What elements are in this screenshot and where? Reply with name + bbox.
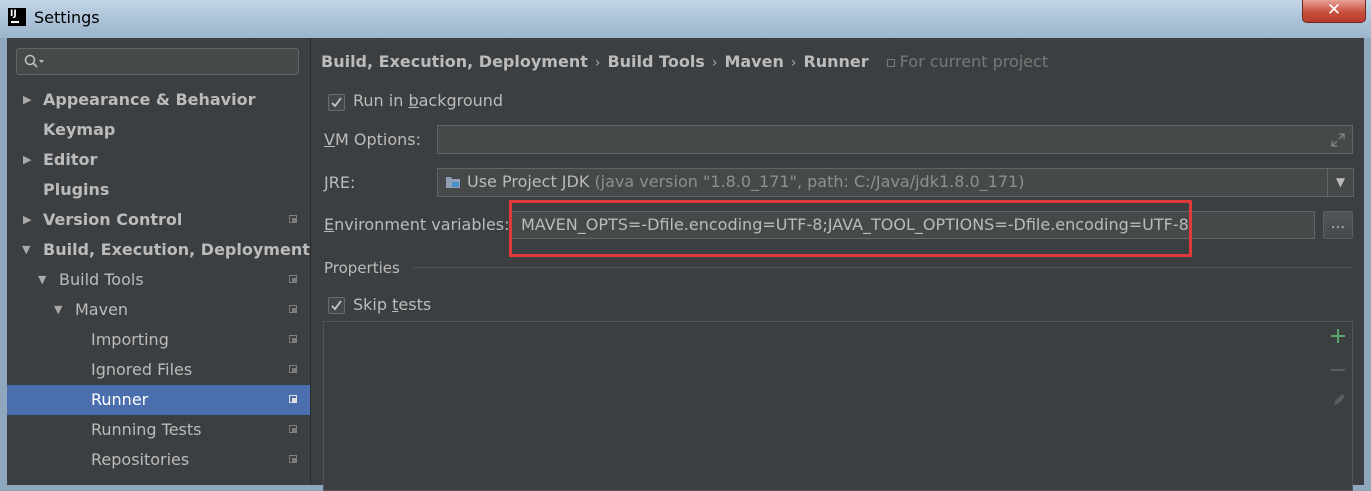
sidebar-item-importing[interactable]: Importing <box>7 325 310 355</box>
checkmark-icon <box>331 300 342 311</box>
project-scope-icon <box>289 215 297 223</box>
section-divider <box>413 267 1353 268</box>
breadcrumb-separator: › <box>790 55 797 71</box>
breadcrumb: Build, Execution, Deployment › Build Tools… <box>321 51 1048 73</box>
folder-jdk-icon <box>446 177 460 188</box>
sidebar-item-repositories[interactable]: Repositories <box>7 445 310 475</box>
settings-dialog: ▶ Appearance & Behavior Keymap ▶ Editor … <box>7 38 1364 491</box>
collapse-arrow-icon[interactable]: ▼ <box>38 265 46 295</box>
runner-settings-panel: Build, Execution, Deployment › Build Tools… <box>311 38 1364 491</box>
sidebar-item-runner[interactable]: Runner <box>7 385 310 415</box>
breadcrumb-item: Build Tools <box>607 52 705 71</box>
chevron-down-icon[interactable]: ▼ <box>1327 169 1353 196</box>
project-scope-icon <box>289 395 297 403</box>
sidebar-item-ignored-files[interactable]: Ignored Files <box>7 355 310 385</box>
checkmark-icon <box>331 97 342 108</box>
breadcrumb-item: Maven <box>724 52 784 71</box>
for-current-project-label: For current project <box>899 52 1049 71</box>
breadcrumb-separator: › <box>711 55 718 71</box>
properties-table[interactable] <box>323 321 1353 491</box>
sidebar-item-build-tools[interactable]: ▼ Build Tools <box>7 265 310 295</box>
jre-label: JRE: <box>324 173 356 192</box>
close-button[interactable]: ✕ <box>1302 0 1366 23</box>
sidebar-item-build-execution-deployment[interactable]: ▼ Build, Execution, Deployment <box>7 235 310 265</box>
run-in-background-label[interactable]: Run in background <box>353 91 503 110</box>
breadcrumb-separator: › <box>594 55 601 71</box>
properties-section-title: Properties <box>324 259 400 277</box>
intellij-logo-icon: IJ <box>8 8 26 26</box>
sidebar-item-plugins[interactable]: Plugins <box>7 175 310 205</box>
project-scope-icon <box>289 335 297 343</box>
collapse-arrow-icon[interactable]: ▼ <box>54 295 62 325</box>
sidebar-item-maven[interactable]: ▼ Maven <box>7 295 310 325</box>
jre-dropdown[interactable]: Use Project JDK (java version "1.8.0_171… <box>437 168 1354 197</box>
jre-selected-value: Use Project JDK (java version "1.8.0_171… <box>467 172 1025 191</box>
settings-sidebar: ▶ Appearance & Behavior Keymap ▶ Editor … <box>7 38 310 485</box>
environment-variables-label: Environment variables: <box>324 215 510 234</box>
sidebar-item-keymap[interactable]: Keymap <box>7 115 310 145</box>
environment-variables-browse-button[interactable]: ... <box>1323 211 1353 239</box>
sidebar-item-version-control[interactable]: ▶ Version Control <box>7 205 310 235</box>
sidebar-item-appearance-behavior[interactable]: ▶ Appearance & Behavior <box>7 85 310 115</box>
title-bar: IJ Settings ✕ <box>0 0 1371 38</box>
expand-arrow-icon[interactable]: ▶ <box>23 205 31 235</box>
add-icon[interactable] <box>1330 328 1346 344</box>
settings-search-input[interactable] <box>16 48 299 75</box>
project-scope-icon <box>289 425 297 433</box>
project-scope-icon <box>289 365 297 373</box>
sidebar-item-editor[interactable]: ▶ Editor <box>7 145 310 175</box>
run-in-background-checkbox[interactable] <box>328 94 345 111</box>
annotation-highlight-box <box>509 200 1192 257</box>
window-title: Settings <box>34 8 100 27</box>
breadcrumb-item: Runner <box>803 52 869 71</box>
skip-tests-checkbox[interactable] <box>328 297 345 314</box>
properties-toolbar <box>1322 322 1352 490</box>
remove-icon[interactable] <box>1330 362 1346 378</box>
skip-tests-label[interactable]: Skip tests <box>353 295 431 314</box>
expand-arrow-icon[interactable]: ▶ <box>23 145 31 175</box>
project-scope-icon <box>289 455 297 463</box>
collapse-arrow-icon[interactable]: ▼ <box>22 235 30 265</box>
edit-pencil-icon[interactable] <box>1331 392 1347 408</box>
search-icon <box>24 54 44 68</box>
project-scope-icon <box>289 305 297 313</box>
sidebar-item-running-tests[interactable]: Running Tests <box>7 415 310 445</box>
vm-options-label: VM Options: <box>324 130 421 149</box>
project-scope-icon <box>289 275 297 283</box>
expand-arrow-icon[interactable]: ▶ <box>23 85 31 115</box>
project-scope-icon <box>886 59 895 67</box>
expand-icon[interactable] <box>1330 132 1346 148</box>
vm-options-field[interactable] <box>437 125 1353 154</box>
breadcrumb-item: Build, Execution, Deployment <box>321 52 588 71</box>
